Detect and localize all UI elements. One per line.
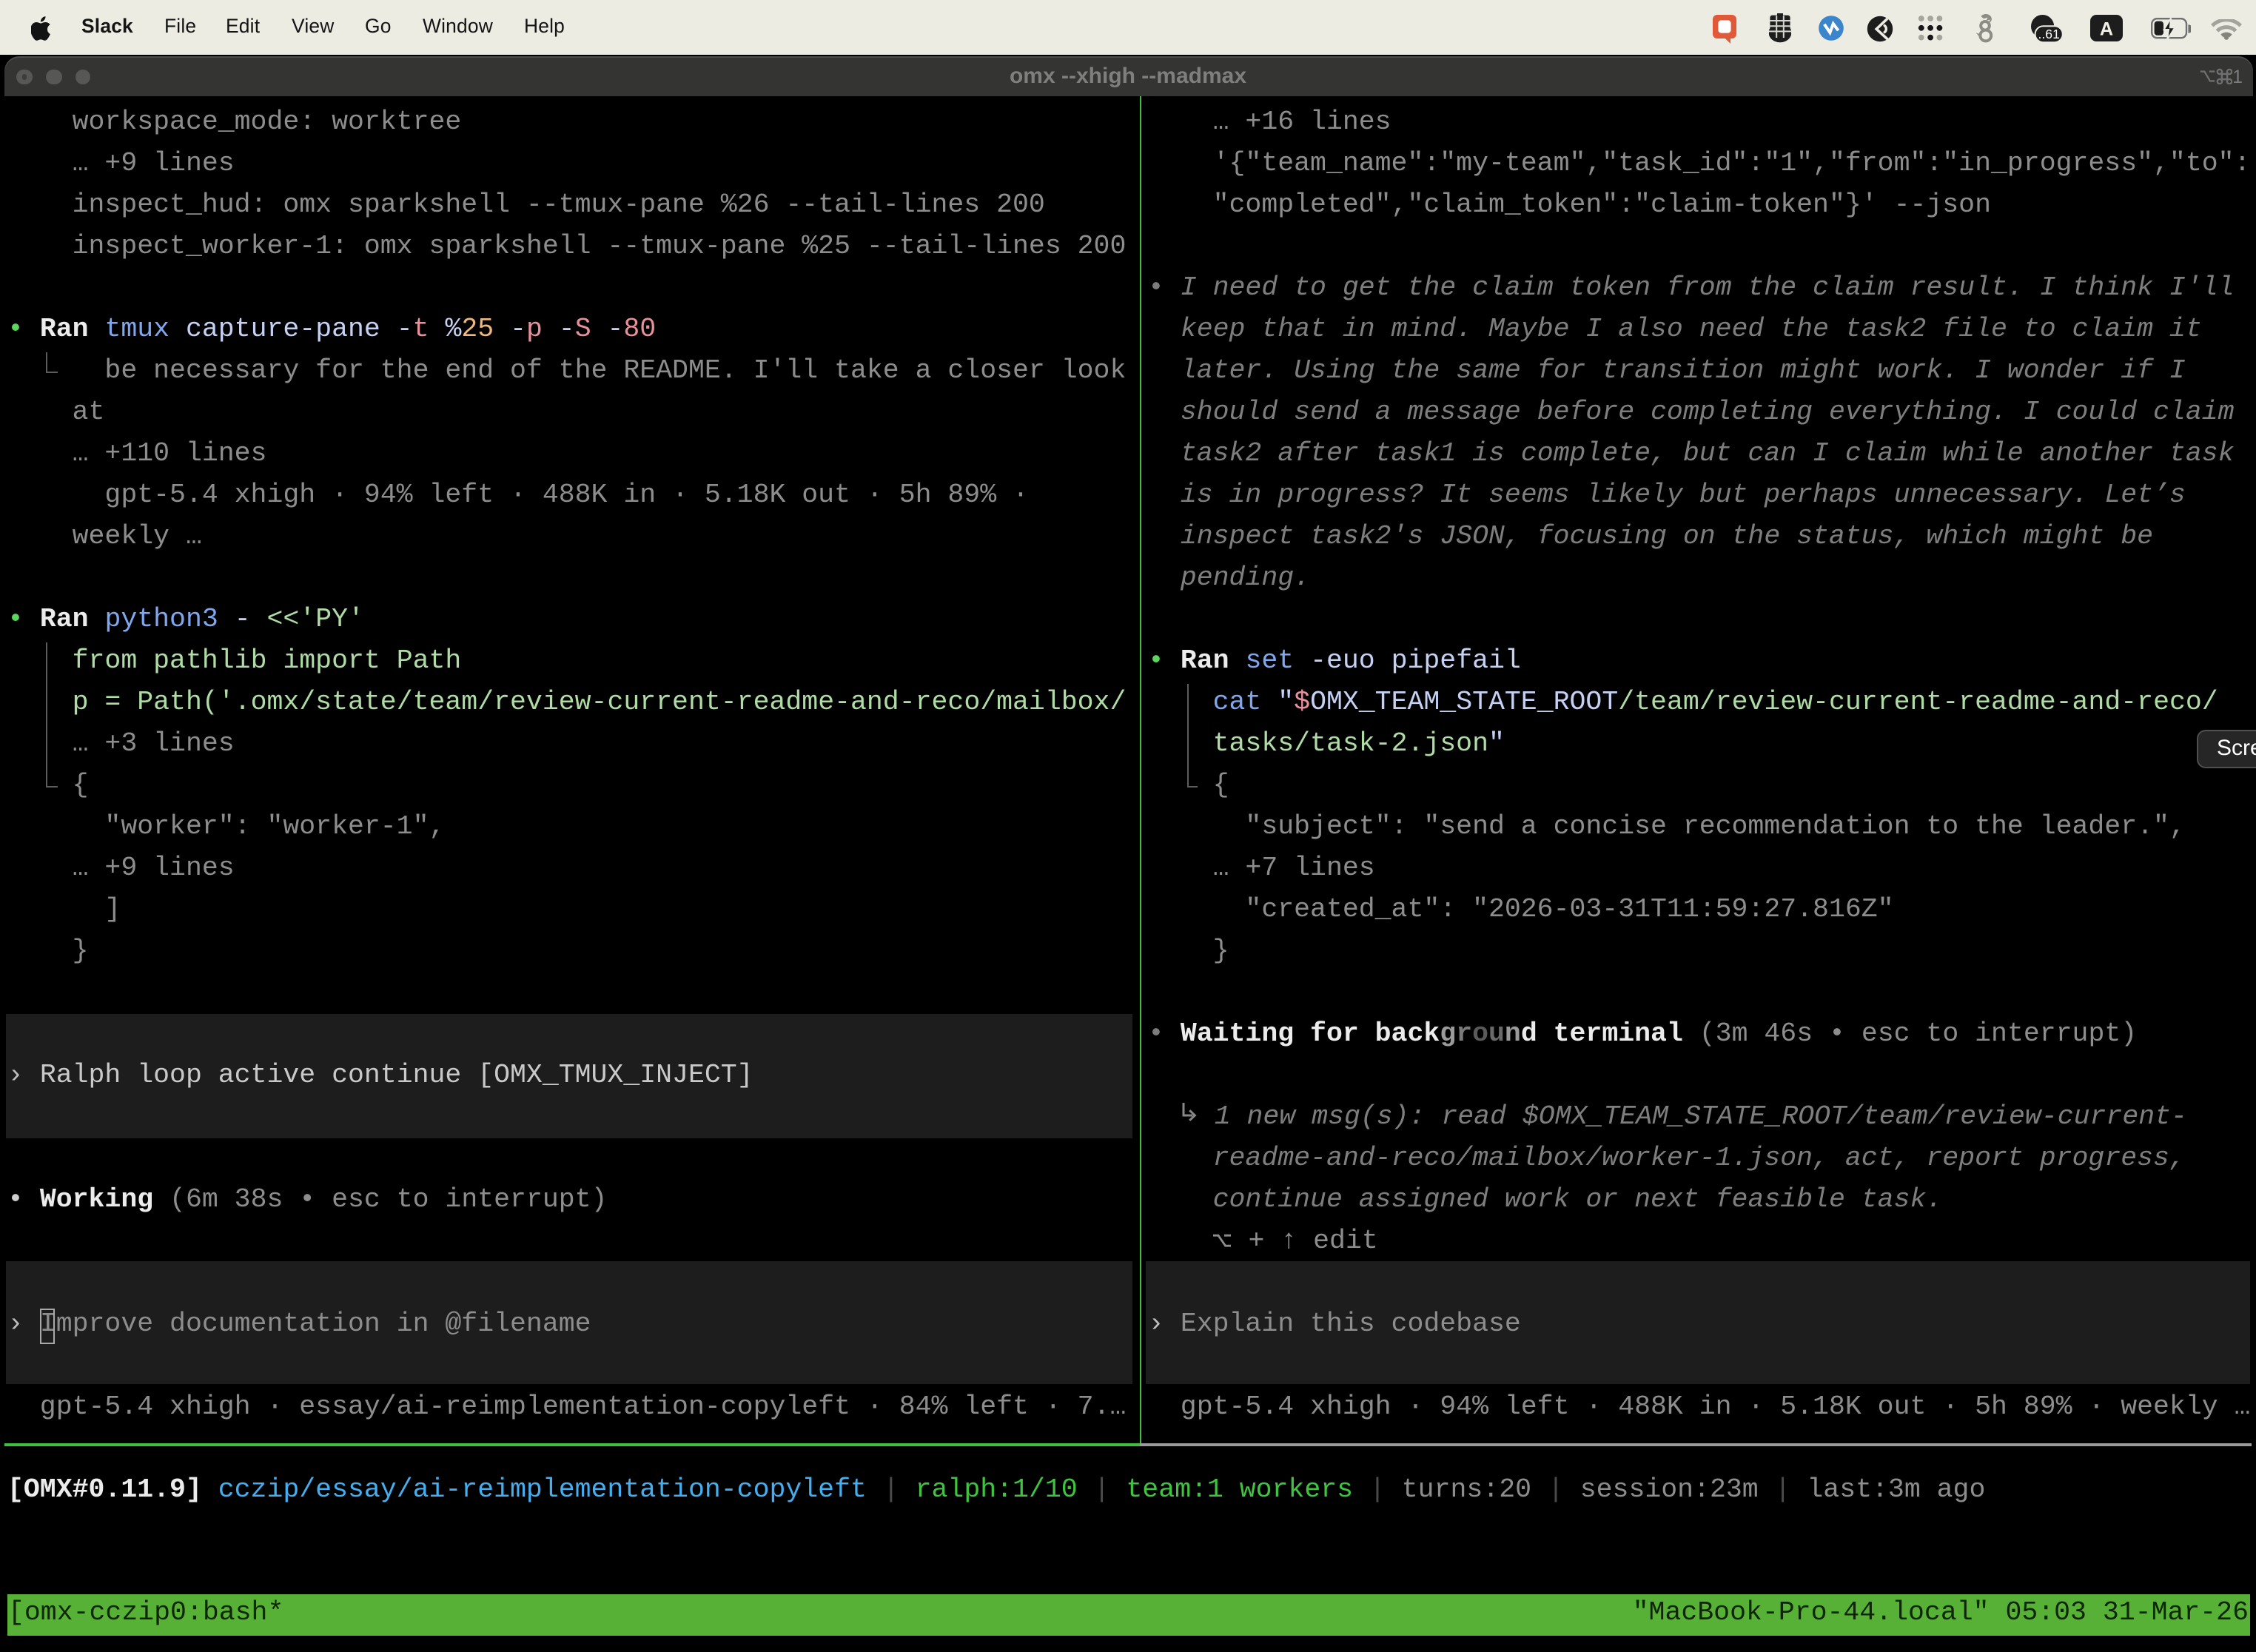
svg-text:..61: ..61: [2038, 27, 2060, 41]
svg-text:A: A: [2099, 19, 2112, 40]
